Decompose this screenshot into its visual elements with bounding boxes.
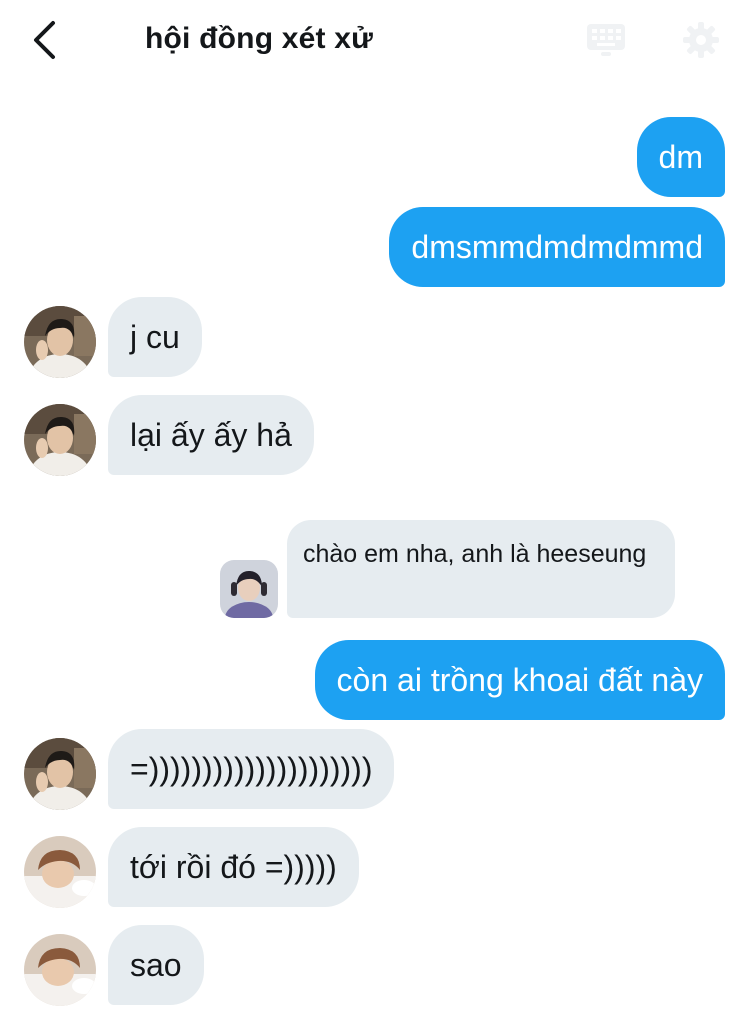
outgoing-message[interactable]: dmsmmdmdmdmmd [389,207,725,287]
outgoing-message[interactable]: dm [636,117,725,197]
sender-avatar[interactable] [24,738,96,810]
avatar-image [24,306,96,378]
sender-avatar[interactable] [24,934,96,1006]
conversation-title: hội đồng xét xử [145,22,374,55]
message-text: =))))))))))))))))))))) [130,751,373,787]
gear-icon [683,22,719,58]
message-text: lại ấy ấy hả [130,417,292,453]
message-text: chào em nha, anh là heeseung [303,540,647,568]
sender-avatar[interactable] [24,836,96,908]
chevron-left-icon [34,21,55,59]
keyboard-button[interactable] [584,18,628,62]
incoming-message[interactable]: tới rồi đó =))))) [108,827,359,907]
back-button[interactable] [24,18,64,62]
incoming-message[interactable]: lại ấy ấy hả [108,395,314,475]
message-text: sao [130,947,182,983]
sender-avatar[interactable] [24,306,96,378]
avatar-image [24,836,96,908]
message-text: còn ai trồng khoai đất này [336,662,703,698]
keyboard-icon [587,24,625,56]
quoted-message[interactable]: chào em nha, anh là heeseung [287,520,675,618]
message-text: dm [658,139,703,175]
message-text: tới rồi đó =))))) [130,849,337,885]
incoming-message[interactable]: sao [108,925,204,1005]
avatar-image [24,738,96,810]
avatar-image [220,560,278,618]
avatar-image [24,404,96,476]
message-text: j cu [130,319,180,355]
chat-header: hội đồng xét xử [0,0,750,84]
avatar-image [24,934,96,1006]
sender-avatar[interactable] [24,404,96,476]
incoming-message[interactable]: j cu [108,297,202,377]
incoming-message[interactable]: =))))))))))))))))))))) [108,729,395,809]
outgoing-message[interactable]: còn ai trồng khoai đất này [314,640,725,720]
message-text: dmsmmdmdmdmmd [411,229,703,265]
settings-button[interactable] [679,18,723,62]
quoted-sender-avatar[interactable] [220,560,278,618]
